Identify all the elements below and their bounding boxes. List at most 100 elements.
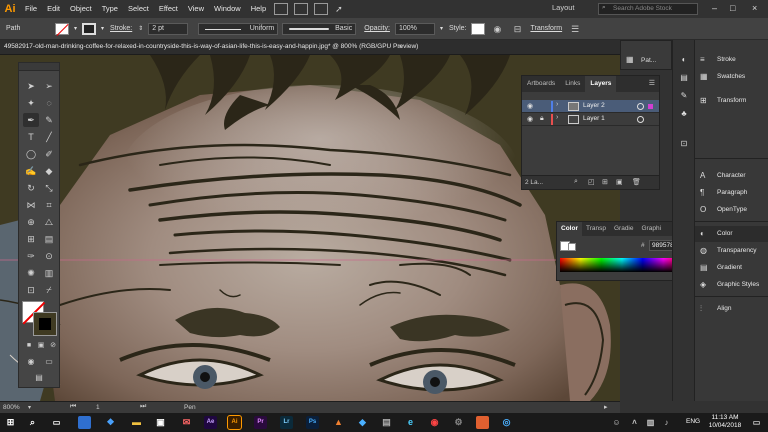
- properties-icon[interactable]: ◐: [678, 54, 690, 66]
- stock-search-input[interactable]: Search Adobe Stock: [598, 3, 698, 15]
- opacity-field[interactable]: 100%: [394, 22, 435, 35]
- edit-toolbar-icon[interactable]: ▤: [31, 371, 47, 385]
- opacity-dropdown-icon[interactable]: ▾: [440, 25, 443, 32]
- app-blue-icon[interactable]: ◎: [500, 416, 513, 429]
- close-window-icon[interactable]: ×: [752, 3, 757, 13]
- minimize-icon[interactable]: –: [712, 3, 717, 13]
- stroke-swatch[interactable]: [82, 22, 97, 35]
- stroke-dropdown-icon[interactable]: ▾: [101, 25, 104, 32]
- align-options-icon[interactable]: ⊟: [510, 22, 524, 36]
- layers-panel-menu-icon[interactable]: ☰: [649, 76, 659, 92]
- menu-effect[interactable]: Effect: [154, 0, 183, 18]
- menu-object[interactable]: Object: [65, 0, 97, 18]
- expand-chevron-icon[interactable]: ›: [556, 114, 558, 121]
- selection-indicator[interactable]: [648, 104, 653, 109]
- task-view-icon[interactable]: ▭: [50, 416, 63, 429]
- vlc-icon[interactable]: ▲: [332, 416, 345, 429]
- fill-swatch[interactable]: [55, 22, 69, 35]
- mail-icon[interactable]: ✉: [180, 416, 193, 429]
- free-transform-tool-icon[interactable]: ⌗: [41, 198, 57, 212]
- workspace-switcher[interactable]: Layout: [552, 3, 575, 12]
- expand-chevron-icon[interactable]: ›: [556, 101, 558, 108]
- variable-width-profile[interactable]: Uniform: [198, 22, 279, 35]
- menu-edit[interactable]: Edit: [42, 0, 65, 18]
- windows-start-icon[interactable]: ⊞: [4, 416, 17, 429]
- lasso-tool-icon[interactable]: ◌: [41, 96, 57, 110]
- new-sublayer-icon[interactable]: ⊞: [602, 178, 608, 186]
- gradient-tool-icon[interactable]: ▤: [41, 232, 57, 246]
- none-mode-icon[interactable]: ⊘: [45, 339, 61, 353]
- menu-window[interactable]: Window: [209, 0, 246, 18]
- fill-dropdown-icon[interactable]: ▾: [74, 25, 77, 32]
- dock-gradient[interactable]: ▤ Gradient: [695, 260, 768, 276]
- input-language[interactable]: ENG: [686, 418, 700, 425]
- selection-tool-icon[interactable]: ➤: [23, 79, 39, 93]
- scale-tool-icon[interactable]: ⤡: [41, 181, 57, 195]
- settings-icon[interactable]: ⚙: [452, 416, 465, 429]
- stroke-box[interactable]: [33, 312, 57, 336]
- artboard-next-icon[interactable]: ⏭: [140, 403, 146, 411]
- volume-icon[interactable]: ♪: [660, 416, 673, 429]
- dock-align[interactable]: ⫶ Align: [695, 301, 768, 317]
- dock-transform[interactable]: ⊞ Transform: [695, 93, 768, 109]
- fill-stroke-control[interactable]: [22, 301, 57, 336]
- pen-tool-icon[interactable]: ✒: [23, 113, 39, 127]
- perspective-grid-tool-icon[interactable]: ⧍: [41, 215, 57, 229]
- tab-graphic-styles[interactable]: Graphi: [638, 222, 666, 236]
- ps-icon[interactable]: Ps: [306, 416, 319, 429]
- store-icon[interactable]: ▣: [154, 416, 167, 429]
- tab-gradient[interactable]: Gradie: [610, 222, 638, 236]
- draw-mode-icon[interactable]: ◉: [23, 355, 39, 369]
- brush-definition[interactable]: Basic: [282, 22, 357, 35]
- menu-help[interactable]: Help: [246, 0, 271, 18]
- layer-target-icon[interactable]: [637, 116, 644, 123]
- dock-character[interactable]: A Character: [695, 168, 768, 184]
- stroke-weight-field[interactable]: 2 pt: [148, 22, 189, 35]
- tab-links[interactable]: Links: [560, 76, 585, 92]
- close-document-icon[interactable]: ×: [398, 42, 403, 51]
- lr-icon[interactable]: Lr: [280, 416, 293, 429]
- tab-transparency[interactable]: Transp: [582, 222, 610, 236]
- menu-select[interactable]: Select: [123, 0, 154, 18]
- people-icon[interactable]: ☺: [610, 416, 623, 429]
- libraries-icon[interactable]: ▤: [678, 72, 690, 84]
- dock-graphic-styles[interactable]: ◈ Graphic Styles: [695, 277, 768, 293]
- mesh-tool-icon[interactable]: ⊞: [23, 232, 39, 246]
- transform-link[interactable]: Transform: [530, 25, 562, 32]
- artboard-prev-icon[interactable]: ⏮: [70, 403, 76, 411]
- new-layer-icon[interactable]: ▣: [616, 178, 623, 186]
- maximize-icon[interactable]: □: [730, 3, 735, 13]
- tab-color[interactable]: Color: [557, 222, 582, 236]
- layer-name[interactable]: Layer 1: [583, 115, 605, 122]
- app-orange-icon[interactable]: [476, 416, 489, 429]
- stroke-stepper-icon[interactable]: ⇕: [138, 25, 143, 32]
- menu-type[interactable]: Type: [97, 0, 123, 18]
- zoom-dropdown-icon[interactable]: ▾: [28, 404, 31, 411]
- stock-icon[interactable]: [294, 3, 309, 15]
- dock-swatches[interactable]: ▦ Swatches: [695, 69, 768, 85]
- layer-target-icon[interactable]: [637, 103, 644, 110]
- eraser-tool-icon[interactable]: ◆: [41, 164, 57, 178]
- edge-icon[interactable]: e: [404, 416, 417, 429]
- line-segment-tool-icon[interactable]: ╱: [41, 130, 57, 144]
- zoom-level[interactable]: 800%: [3, 404, 20, 411]
- stroke-label[interactable]: Stroke:: [110, 25, 132, 32]
- brushes-icon[interactable]: ✎: [678, 90, 690, 102]
- delete-layer-icon[interactable]: 🗑︎: [632, 178, 641, 186]
- artboard-tool-icon[interactable]: ⊡: [23, 283, 39, 297]
- layer-row-layer-2[interactable]: ◉ › Layer 2: [522, 100, 659, 113]
- dropbox-icon[interactable]: ❖: [104, 416, 117, 429]
- shaper-tool-icon[interactable]: ✍: [23, 164, 39, 178]
- visibility-eye-icon[interactable]: ◉: [527, 102, 533, 110]
- opacity-label[interactable]: Opacity:: [364, 25, 390, 32]
- clock[interactable]: 11:13 AM 10/04/2018: [705, 414, 745, 430]
- rotate-tool-icon[interactable]: ↻: [23, 181, 39, 195]
- app-pinned-icon[interactable]: [78, 416, 91, 429]
- document-tab[interactable]: 49582917-old-man-drinking-coffee-for-rel…: [0, 40, 620, 55]
- symbol-sprayer-tool-icon[interactable]: ✺: [23, 266, 39, 280]
- ae-icon[interactable]: Ae: [204, 416, 217, 429]
- color-spectrum[interactable]: [560, 258, 684, 272]
- dock-opentype[interactable]: O OpenType: [695, 202, 768, 218]
- menu-view[interactable]: View: [183, 0, 209, 18]
- clipping-mask-icon[interactable]: ◰: [588, 178, 595, 186]
